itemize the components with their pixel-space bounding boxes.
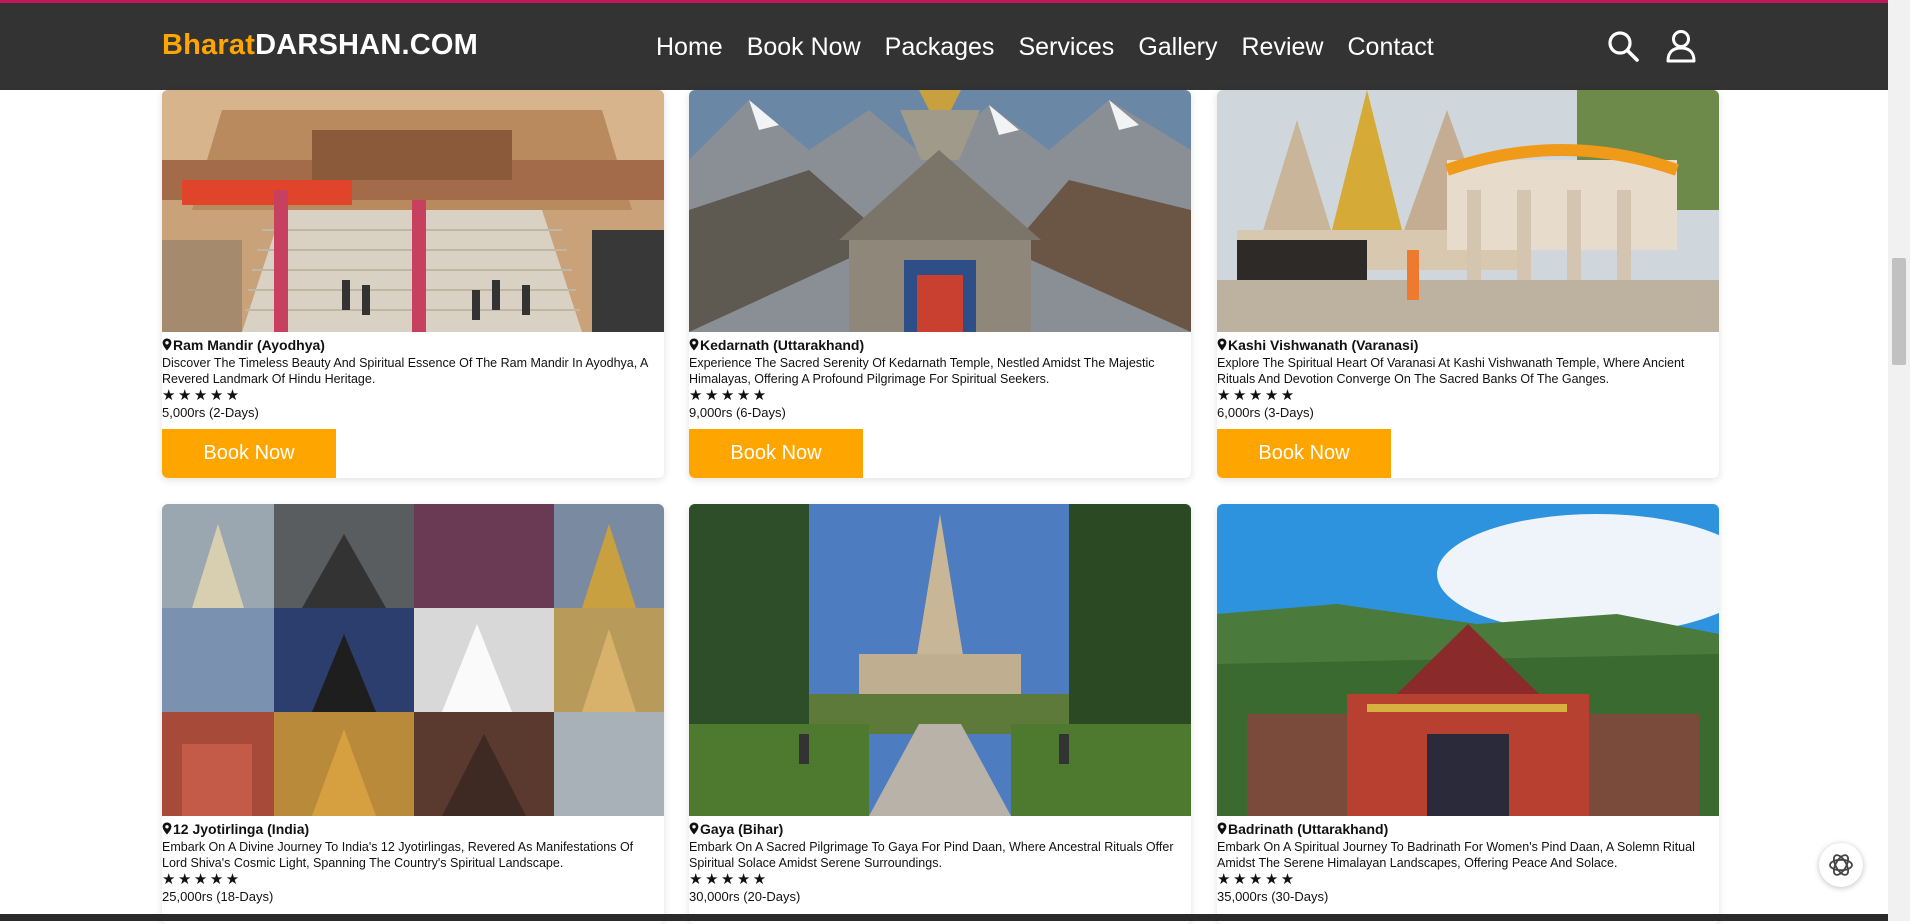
map-pin-icon	[1217, 338, 1227, 351]
jyotirlinga-collage[interactable]	[162, 504, 664, 816]
rating-stars: ★★★★★	[162, 387, 242, 404]
book-now-button[interactable]: Book Now	[689, 429, 863, 478]
package-title: Kashi Vishwanath (Varanasi)	[1228, 336, 1419, 353]
rating-stars: ★★★★★	[689, 871, 769, 888]
kedarnath-photo[interactable]	[689, 90, 1191, 332]
package-description: Embark On A Divine Journey To India's 12…	[162, 840, 634, 870]
nav-links: Home Book Now Packages Services Gallery …	[656, 33, 1458, 62]
package-title: Ram Mandir (Ayodhya)	[173, 336, 325, 353]
package-price: 30,000rs (20-Days)	[689, 889, 801, 904]
package-description: Experience The Sacred Serenity Of Kedarn…	[689, 356, 1155, 386]
nav-review[interactable]: Review	[1242, 33, 1324, 62]
package-info: 12 Jyotirlinga (India) Embark On A Divin…	[162, 820, 664, 905]
map-pin-icon	[162, 338, 172, 351]
nav-book-now[interactable]: Book Now	[747, 33, 861, 62]
nav-contact[interactable]: Contact	[1347, 33, 1433, 62]
package-description: Explore The Spiritual Heart Of Varanasi …	[1217, 356, 1685, 386]
rating-stars: ★★★★★	[162, 871, 242, 888]
ram-mandir-photo[interactable]	[162, 90, 664, 332]
map-pin-icon	[689, 338, 699, 351]
package-info: Kashi Vishwanath (Varanasi) Explore The …	[1217, 336, 1719, 421]
package-card-badrinath: Badrinath (Uttarakhand) Embark On A Spir…	[1217, 504, 1719, 924]
package-card-ram-mandir: Ram Mandir (Ayodhya) Discover The Timele…	[162, 90, 664, 478]
package-info: Badrinath (Uttarakhand) Embark On A Spir…	[1217, 820, 1719, 905]
package-title: 12 Jyotirlinga (India)	[173, 820, 310, 837]
package-description: Embark On A Spiritual Journey To Badrina…	[1217, 840, 1695, 870]
package-price: 5,000rs (2-Days)	[162, 405, 259, 420]
nav-services[interactable]: Services	[1018, 33, 1114, 62]
package-info: Gaya (Bihar) Embark On A Sacred Pilgrima…	[689, 820, 1191, 905]
package-card-12-jyotirlinga: 12 Jyotirlinga (India) Embark On A Divin…	[162, 504, 664, 924]
brand-part2: DARSHAN.COM	[255, 29, 478, 61]
book-now-button[interactable]: Book Now	[162, 429, 336, 478]
package-title: Badrinath (Uttarakhand)	[1228, 820, 1389, 837]
navbar: BharatDARSHAN.COM Home Book Now Packages…	[0, 3, 1888, 90]
brand-part1: Bharat	[162, 29, 256, 61]
package-info: Ram Mandir (Ayodhya) Discover The Timele…	[162, 336, 664, 421]
package-description: Discover The Timeless Beauty And Spiritu…	[162, 356, 648, 386]
nav-gallery[interactable]: Gallery	[1138, 33, 1217, 62]
package-title: Gaya (Bihar)	[700, 820, 784, 837]
gaya-photo[interactable]	[689, 504, 1191, 816]
map-pin-icon	[689, 822, 699, 835]
package-price: 25,000rs (18-Days)	[162, 889, 274, 904]
rating-stars: ★★★★★	[689, 387, 769, 404]
package-card-kedarnath: Kedarnath (Uttarakhand) Experience The S…	[689, 90, 1191, 478]
scrollbar-track[interactable]	[1888, 0, 1910, 921]
user-icon[interactable]	[1664, 29, 1698, 63]
book-now-button[interactable]: Book Now	[1217, 429, 1391, 478]
bottom-edge	[0, 914, 1888, 921]
package-price: 35,000rs (30-Days)	[1217, 889, 1329, 904]
package-card-gaya: Gaya (Bihar) Embark On A Sacred Pilgrima…	[689, 504, 1191, 924]
search-icon[interactable]	[1606, 29, 1640, 63]
package-card-kashi-vishwanath: Kashi Vishwanath (Varanasi) Explore The …	[1217, 90, 1719, 478]
chatgpt-icon[interactable]	[1819, 843, 1863, 887]
map-pin-icon	[1217, 822, 1227, 835]
package-price: 9,000rs (6-Days)	[689, 405, 786, 420]
map-pin-icon	[162, 822, 172, 835]
kashi-vishwanath-photo[interactable]	[1217, 90, 1719, 332]
package-description: Embark On A Sacred Pilgrimage To Gaya Fo…	[689, 840, 1174, 870]
package-price: 6,000rs (3-Days)	[1217, 405, 1314, 420]
package-title: Kedarnath (Uttarakhand)	[700, 336, 865, 353]
brand-logo[interactable]: BharatDARSHAN.COM	[162, 29, 478, 62]
nav-packages[interactable]: Packages	[885, 33, 995, 62]
scrollbar-thumb[interactable]	[1892, 258, 1906, 365]
nav-home[interactable]: Home	[656, 33, 723, 62]
badrinath-photo[interactable]	[1217, 504, 1719, 816]
rating-stars: ★★★★★	[1217, 387, 1297, 404]
package-info: Kedarnath (Uttarakhand) Experience The S…	[689, 336, 1191, 421]
rating-stars: ★★★★★	[1217, 871, 1297, 888]
